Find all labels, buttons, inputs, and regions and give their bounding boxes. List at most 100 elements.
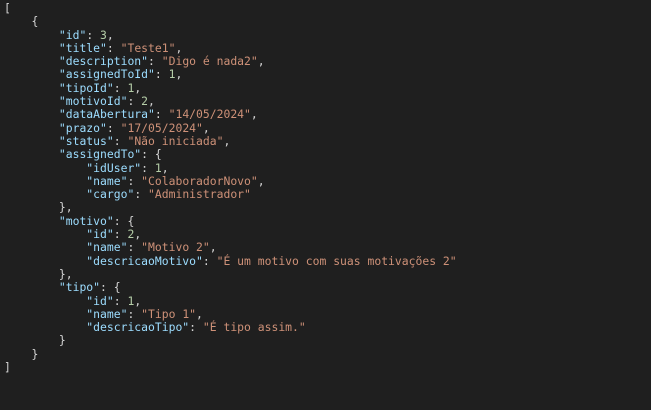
- json-punctuation: }: [31, 346, 39, 361]
- json-key: "status": [58, 133, 114, 148]
- json-number-value: 3: [100, 27, 107, 42]
- json-punctuation: :: [113, 293, 128, 308]
- json-string-value: "17/05/2024": [120, 120, 203, 135]
- code-line: "motivo": {: [4, 213, 651, 228]
- json-key: "id": [86, 227, 114, 242]
- code-line: "id": 1,: [4, 293, 651, 308]
- code-line: "cargo": "Administrador": [4, 188, 651, 201]
- code-line: }: [4, 334, 651, 347]
- code-line: ]: [4, 360, 651, 375]
- json-punctuation: :: [127, 306, 142, 321]
- json-punctuation: :: [106, 40, 121, 55]
- code-line: [: [4, 1, 651, 15]
- code-line: "dataAbertura": "14/05/2024",: [4, 108, 651, 121]
- json-punctuation: [: [4, 1, 11, 15]
- code-line: "tipoId": 1,: [4, 80, 651, 95]
- json-punctuation: :: [113, 133, 128, 148]
- code-line: "title": "Teste1",: [4, 40, 651, 55]
- json-punctuation: :: [127, 94, 142, 109]
- json-punctuation: ,: [175, 67, 183, 82]
- json-punctuation: : {: [100, 280, 121, 295]
- json-key: "name": [86, 306, 128, 321]
- json-key: "id": [86, 293, 114, 308]
- code-line: "id": 2,: [4, 227, 651, 242]
- json-punctuation: :: [202, 253, 217, 268]
- json-punctuation: :: [141, 160, 155, 175]
- json-key: "tipoId": [58, 80, 114, 95]
- json-punctuation: ,: [250, 107, 258, 122]
- json-punctuation: :: [106, 120, 121, 135]
- json-string-value: "É tipo assim.": [202, 320, 306, 335]
- code-line: "assignedTo": {: [4, 148, 651, 161]
- json-key: "description": [58, 54, 149, 69]
- json-punctuation: :: [134, 187, 149, 202]
- json-key: "descricaoTipo": [86, 320, 190, 335]
- code-line: "name": "Motivo 2",: [4, 241, 651, 254]
- code-line: "status": "Não iniciada",: [4, 133, 651, 148]
- json-punctuation: :: [113, 80, 128, 95]
- json-string-value: "É um motivo com suas motivações 2": [216, 253, 457, 268]
- json-punctuation: ,: [134, 227, 142, 242]
- json-punctuation: :: [127, 173, 142, 188]
- json-key: "assignedTo": [58, 147, 142, 162]
- json-key: "dataAbertura": [58, 107, 155, 122]
- json-string-value: "Motivo 2": [141, 240, 210, 255]
- code-line: "id": 3,: [4, 27, 651, 42]
- json-punctuation: : {: [113, 213, 135, 228]
- json-punctuation: ]: [4, 360, 11, 375]
- code-line: "description": "Digo é nada2",: [4, 55, 651, 68]
- json-punctuation: {: [31, 14, 39, 29]
- json-number-value: 2: [141, 94, 149, 109]
- json-key: "motivo": [58, 213, 114, 228]
- json-punctuation: ,: [175, 40, 183, 55]
- json-string-value: "Tipo 1": [141, 306, 197, 321]
- json-punctuation: :: [127, 240, 142, 255]
- json-punctuation: :: [86, 27, 101, 42]
- json-punctuation: :: [189, 320, 203, 335]
- json-string-value: "Teste1": [120, 40, 176, 55]
- json-punctuation: :: [113, 227, 128, 242]
- json-punctuation: ,: [134, 80, 142, 95]
- json-string-value: "Digo é nada2": [161, 54, 258, 69]
- json-key: "prazo": [58, 120, 107, 135]
- json-punctuation: ,: [148, 94, 155, 109]
- json-key: "name": [86, 173, 128, 188]
- json-key: "cargo": [86, 187, 135, 202]
- code-line: "motivoId": 2,: [4, 94, 651, 109]
- json-key: "idUser": [86, 160, 142, 175]
- json-punctuation: ,: [257, 173, 265, 188]
- json-punctuation: :: [154, 67, 169, 82]
- json-key: "assignedToId": [58, 67, 155, 82]
- json-key: "title": [58, 40, 107, 55]
- code-line: }: [4, 346, 651, 361]
- json-punctuation: }: [58, 333, 66, 348]
- json-key: "tipo": [58, 280, 101, 295]
- json-punctuation: ,: [209, 240, 217, 255]
- json-string-value: "Administrador": [148, 187, 251, 202]
- json-string-value: "ColaboradorNovo": [141, 173, 258, 188]
- json-string-value: "14/05/2024": [168, 107, 251, 122]
- code-line: "descricaoMotivo": "É um motivo com suas…: [4, 253, 651, 268]
- json-key: "name": [86, 240, 128, 255]
- code-line: "name": "ColaboradorNovo",: [4, 173, 651, 188]
- code-line: "tipo": {: [4, 281, 651, 294]
- json-punctuation: :: [154, 107, 169, 122]
